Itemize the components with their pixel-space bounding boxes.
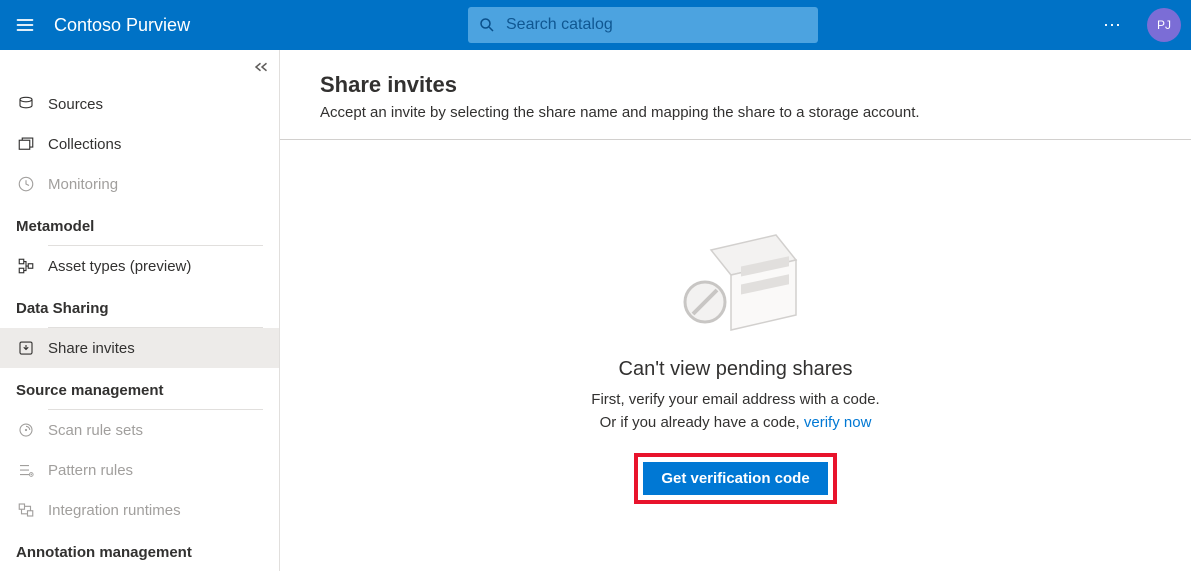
divider [280,139,1191,140]
monitoring-icon [16,174,36,194]
empty-state-line2: Or if you already have a code, verify no… [600,414,872,431]
sidebar-collapse-button[interactable] [253,60,271,79]
pattern-rules-icon [16,460,36,480]
sidebar-item-share-invites[interactable]: Share invites [0,328,279,368]
sidebar-item-label: Scan rule sets [48,422,143,439]
search-icon [478,16,496,34]
sources-icon [16,94,36,114]
sidebar-item-scan-rule-sets[interactable]: Scan rule sets [0,410,279,450]
hamburger-icon [15,15,35,35]
sidebar-item-monitoring[interactable]: Monitoring [0,164,279,204]
group-metamodel: Metamodel [0,204,279,245]
sidebar-item-sources[interactable]: Sources [0,84,279,124]
app-title: Contoso Purview [54,15,190,36]
header-right: ⋯ PJ [1097,8,1181,42]
search-input[interactable]: Search catalog [468,7,818,43]
group-source-management: Source management [0,368,279,409]
sidebar-item-label: Pattern rules [48,462,133,479]
sidebar-item-label: Share invites [48,340,135,357]
sidebar-item-integration-runtimes[interactable]: Integration runtimes [0,490,279,530]
empty-line2-prefix: Or if you already have a code, [600,414,804,431]
search-wrap: Search catalog [468,7,818,43]
group-data-sharing: Data Sharing [0,286,279,327]
page-description: Accept an invite by selecting the share … [320,104,1151,121]
top-header: Contoso Purview Search catalog ⋯ PJ [0,0,1191,50]
sidebar-item-label: Collections [48,136,121,153]
empty-state: Can't view pending shares First, verify … [320,230,1151,504]
sidebar-item-collections[interactable]: Collections [0,124,279,164]
empty-state-line1: First, verify your email address with a … [591,391,879,408]
hamburger-menu-button[interactable] [0,0,50,50]
asset-types-icon [16,256,36,276]
more-menu-button[interactable]: ⋯ [1097,9,1129,42]
verify-now-link[interactable]: verify now [804,414,872,431]
cta-highlight-box: Get verification code [634,453,836,504]
sidebar-item-label: Integration runtimes [48,502,181,519]
avatar[interactable]: PJ [1147,8,1181,42]
sidebar: Sources Collections Monitoring Metamodel… [0,50,280,571]
sidebar-item-label: Asset types (preview) [48,258,191,275]
share-invites-icon [16,338,36,358]
empty-state-title: Can't view pending shares [619,358,853,381]
sidebar-item-label: Sources [48,96,103,113]
main-content: Share invites Accept an invite by select… [280,50,1191,571]
sidebar-item-pattern-rules[interactable]: Pattern rules [0,450,279,490]
scan-rule-sets-icon [16,420,36,440]
search-placeholder: Search catalog [506,16,613,34]
sidebar-item-asset-types[interactable]: Asset types (preview) [0,246,279,286]
sidebar-item-label: Monitoring [48,176,118,193]
integration-runtimes-icon [16,500,36,520]
body-wrap: Sources Collections Monitoring Metamodel… [0,50,1191,571]
collections-icon [16,134,36,154]
empty-state-illustration [671,230,801,340]
chevron-double-left-icon [253,60,271,74]
page-title: Share invites [320,72,1151,98]
get-verification-code-button[interactable]: Get verification code [643,462,827,495]
group-annotation-management: Annotation management [0,530,279,571]
